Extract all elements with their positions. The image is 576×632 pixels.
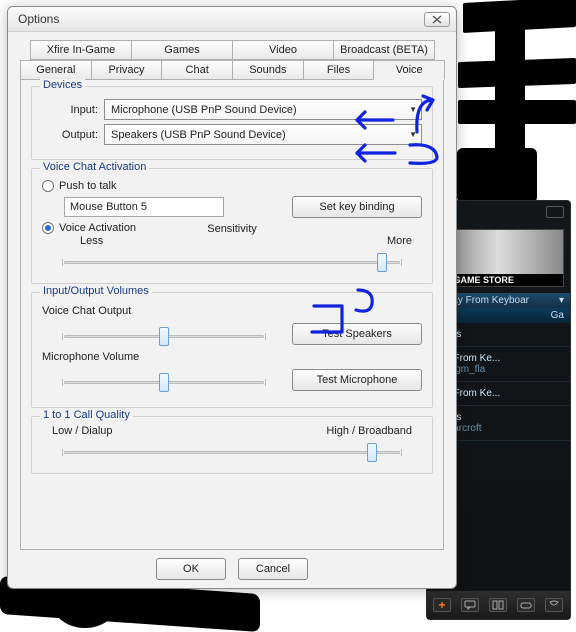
group-label: Input/Output Volumes xyxy=(40,285,152,297)
slider-thumb[interactable] xyxy=(159,327,169,346)
keybind-field[interactable]: Mouse Button 5 xyxy=(64,197,224,217)
group-devices: Devices Input: Microphone (USB PnP Sound… xyxy=(31,86,433,160)
chat-icon[interactable] xyxy=(461,598,479,612)
group-quality: 1 to 1 Call Quality Low / Dialup High / … xyxy=(31,416,433,474)
slider-label-right: High / Broadband xyxy=(326,425,412,437)
slider-thumb[interactable] xyxy=(159,373,169,392)
group-label: 1 to 1 Call Quality xyxy=(40,409,133,421)
quality-slider[interactable] xyxy=(42,437,422,463)
tab-files[interactable]: Files xyxy=(303,60,375,80)
servers-icon[interactable] xyxy=(489,598,507,612)
options-window: Options Xfire In-Game Games Video Broadc… xyxy=(7,6,457,589)
add-icon[interactable]: + xyxy=(433,598,451,612)
radio-push-to-talk[interactable]: Push to talk xyxy=(42,180,422,192)
test-microphone-button[interactable]: Test Microphone xyxy=(292,369,422,391)
window-title: Options xyxy=(18,12,59,26)
voice-output-slider[interactable] xyxy=(42,321,286,347)
set-key-binding-button[interactable]: Set key binding xyxy=(292,196,422,218)
input-label: Input: xyxy=(42,104,98,116)
radio-icon xyxy=(42,222,54,234)
output-label: Output: xyxy=(42,129,98,141)
tab-privacy[interactable]: Privacy xyxy=(91,60,163,80)
slider-label-left: Less xyxy=(80,235,103,247)
phone-icon[interactable] xyxy=(545,598,563,612)
slider-thumb[interactable] xyxy=(377,253,387,272)
tab-broadcast[interactable]: Broadcast (BETA) xyxy=(333,40,435,60)
microphone-slider[interactable] xyxy=(42,367,286,393)
close-button[interactable] xyxy=(424,12,450,27)
group-activation: Voice Chat Activation Push to talk Mouse… xyxy=(31,168,433,284)
sensitivity-slider[interactable] xyxy=(42,247,422,273)
group-label: Voice Chat Activation xyxy=(40,161,149,173)
gamepad-icon[interactable] xyxy=(517,598,535,612)
slider-label-right: More xyxy=(387,235,412,247)
tab-chat[interactable]: Chat xyxy=(161,60,233,80)
slider-label-left: Low / Dialup xyxy=(52,425,113,437)
output-device-value: Speakers (USB PnP Sound Device) xyxy=(111,129,286,141)
radio-label: Voice Activation xyxy=(59,222,136,234)
tab-general[interactable]: General xyxy=(20,60,92,80)
tabs: Xfire In-Game Games Video Broadcast (BET… xyxy=(20,40,444,80)
tab-voice[interactable]: Voice xyxy=(373,60,445,80)
minimize-button[interactable] xyxy=(546,206,564,218)
vco-label: Voice Chat Output xyxy=(42,305,422,317)
input-device-select[interactable]: Microphone (USB PnP Sound Device) ▼ xyxy=(104,99,422,120)
tab-sounds[interactable]: Sounds xyxy=(232,60,304,80)
tab-xfire-in-game[interactable]: Xfire In-Game xyxy=(30,40,132,60)
keybind-value: Mouse Button 5 xyxy=(70,201,147,213)
bottom-toolbar: + xyxy=(427,591,570,619)
radio-icon xyxy=(42,180,54,192)
test-speakers-button[interactable]: Test Speakers xyxy=(292,323,422,345)
titlebar: Options xyxy=(8,7,456,32)
slider-thumb[interactable] xyxy=(367,443,377,462)
input-device-value: Microphone (USB PnP Sound Device) xyxy=(111,104,297,116)
group-label: Devices xyxy=(40,79,85,91)
output-device-select[interactable]: Speakers (USB PnP Sound Device) ▼ xyxy=(104,124,422,145)
chevron-down-icon: ▼ xyxy=(409,105,417,114)
cancel-button[interactable]: Cancel xyxy=(238,558,308,580)
tab-pane-voice: Devices Input: Microphone (USB PnP Sound… xyxy=(20,80,444,550)
ok-button[interactable]: OK xyxy=(156,558,226,580)
radio-label: Push to talk xyxy=(59,180,116,192)
group-volumes: Input/Output Volumes Voice Chat Output T… xyxy=(31,292,433,408)
tab-video[interactable]: Video xyxy=(232,40,334,60)
chevron-down-icon: ▼ xyxy=(409,130,417,139)
mic-label: Microphone Volume xyxy=(42,351,422,363)
tab-games[interactable]: Games xyxy=(131,40,233,60)
